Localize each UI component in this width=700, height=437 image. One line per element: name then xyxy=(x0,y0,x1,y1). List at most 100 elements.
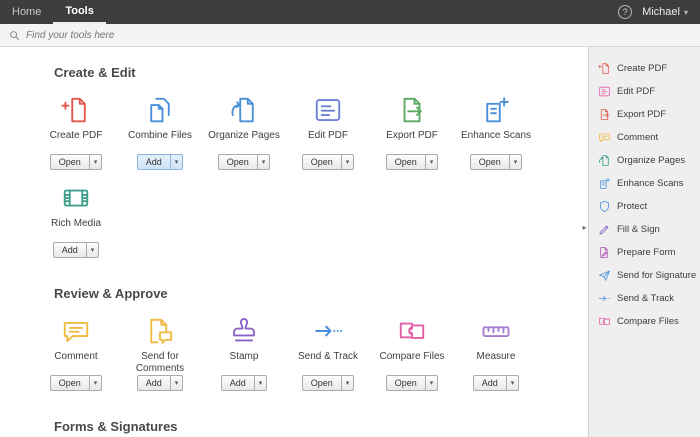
tool-comment[interactable]: Comment Open ▾ xyxy=(34,313,118,391)
dropdown-caret-icon[interactable]: ▾ xyxy=(425,376,438,390)
tool-action-label[interactable]: Open xyxy=(303,376,341,390)
tool-label: Measure xyxy=(475,351,518,375)
tool-action-button[interactable]: Add ▾ xyxy=(53,242,100,258)
organize-pages-icon xyxy=(598,154,611,167)
dropdown-caret-icon[interactable]: ▾ xyxy=(257,155,270,169)
tool-action-button[interactable]: Open ▾ xyxy=(470,154,523,170)
tool-action-button[interactable]: Add ▾ xyxy=(137,154,184,170)
dropdown-caret-icon[interactable]: ▾ xyxy=(254,376,267,390)
tool-action-button[interactable]: Open ▾ xyxy=(50,375,103,391)
sidebar-item-create-pdf[interactable]: Create PDF xyxy=(589,57,700,80)
sidebar-item-enhance-scans[interactable]: Enhance Scans xyxy=(589,172,700,195)
create-pdf-icon xyxy=(61,92,91,128)
sidebar-item-label: Create PDF xyxy=(617,63,667,74)
tool-action-label[interactable]: Open xyxy=(387,376,425,390)
shield-icon xyxy=(598,200,611,213)
sidebar-item-fill-sign[interactable]: Fill & Sign xyxy=(589,218,700,241)
tool-combine-files[interactable]: Combine Files Add ▾ xyxy=(118,92,202,170)
create-edit-grid: Create PDF Open ▾ Combine Files Add ▾ Or… xyxy=(34,92,554,268)
section-title-create-edit: Create & Edit xyxy=(54,65,588,80)
export-pdf-icon xyxy=(397,92,427,128)
sidebar-item-comment[interactable]: Comment xyxy=(589,126,700,149)
dropdown-caret-icon[interactable]: ▾ xyxy=(89,376,102,390)
tool-send-track[interactable]: Send & Track Open ▾ xyxy=(286,313,370,391)
tool-action-button[interactable]: Open ▾ xyxy=(386,154,439,170)
sidebar-item-protect[interactable]: Protect xyxy=(589,195,700,218)
panel-collapse-icon[interactable]: ▸ xyxy=(580,215,589,239)
sidebar-item-label: Send & Track xyxy=(617,293,674,304)
sidebar-item-organize-pages[interactable]: Organize Pages xyxy=(589,149,700,172)
section-title-review-approve: Review & Approve xyxy=(54,286,588,301)
tool-measure[interactable]: Measure Add ▾ xyxy=(454,313,538,391)
sidebar-item-edit-pdf[interactable]: Edit PDF xyxy=(589,80,700,103)
tool-action-button[interactable]: Open ▾ xyxy=(218,154,271,170)
tool-action-label[interactable]: Add xyxy=(54,243,86,257)
tool-label: Enhance Scans xyxy=(459,130,533,154)
tool-create-pdf[interactable]: Create PDF Open ▾ xyxy=(34,92,118,170)
tool-action-label[interactable]: Add xyxy=(474,376,506,390)
tool-compare-files[interactable]: Compare Files Open ▾ xyxy=(370,313,454,391)
chevron-down-icon: ▾ xyxy=(684,8,688,17)
create-pdf-icon xyxy=(598,62,611,75)
edit-pdf-icon xyxy=(598,85,611,98)
dropdown-caret-icon[interactable]: ▾ xyxy=(170,155,183,169)
dropdown-caret-icon[interactable]: ▾ xyxy=(509,155,522,169)
tool-action-button[interactable]: Open ▾ xyxy=(302,375,355,391)
tool-action-label[interactable]: Open xyxy=(387,155,425,169)
search-icon xyxy=(9,30,20,41)
sidebar-item-send-track[interactable]: Send & Track xyxy=(589,287,700,310)
tab-home[interactable]: Home xyxy=(0,0,53,24)
tool-action-label[interactable]: Open xyxy=(51,155,89,169)
sidebar-item-label: Send for Signature xyxy=(617,270,696,281)
tool-action-button[interactable]: Open ▾ xyxy=(50,154,103,170)
tool-enhance-scans[interactable]: Enhance Scans Open ▾ xyxy=(454,92,538,170)
tool-send-for-comments[interactable]: Send for Comments Add ▾ xyxy=(118,313,202,391)
stamp-icon xyxy=(229,313,259,349)
sidebar-item-prepare-form[interactable]: Prepare Form xyxy=(589,241,700,264)
tool-action-button[interactable]: Open ▾ xyxy=(386,375,439,391)
user-menu[interactable]: Michael ▾ xyxy=(642,6,688,18)
top-bar: Home Tools ? Michael ▾ xyxy=(0,0,700,24)
sidebar-item-send-for-signature[interactable]: Send for Signature xyxy=(589,264,700,287)
help-icon-glyph: ? xyxy=(623,7,628,17)
dropdown-caret-icon[interactable]: ▾ xyxy=(341,155,354,169)
dropdown-caret-icon[interactable]: ▾ xyxy=(86,243,99,257)
tool-action-button[interactable]: Add ▾ xyxy=(221,375,268,391)
tool-action-label[interactable]: Open xyxy=(471,155,509,169)
tools-search-bar xyxy=(0,24,700,47)
send-track-icon xyxy=(313,313,343,349)
search-input[interactable] xyxy=(26,30,326,41)
compare-files-icon xyxy=(598,315,611,328)
tools-main-panel: Create & Edit Create PDF Open ▾ Combine … xyxy=(0,47,588,437)
tool-action-button[interactable]: Open ▾ xyxy=(302,154,355,170)
tool-export-pdf[interactable]: Export PDF Open ▾ xyxy=(370,92,454,170)
sidebar-item-export-pdf[interactable]: Export PDF xyxy=(589,103,700,126)
tab-tools[interactable]: Tools xyxy=(53,0,106,24)
help-icon[interactable]: ? xyxy=(618,5,632,19)
tool-rich-media[interactable]: Rich Media Add ▾ xyxy=(34,180,118,258)
tool-label: Edit PDF xyxy=(306,130,350,154)
tool-action-button[interactable]: Add ▾ xyxy=(137,375,184,391)
tool-action-label[interactable]: Add xyxy=(138,376,170,390)
tool-edit-pdf[interactable]: Edit PDF Open ▾ xyxy=(286,92,370,170)
tool-stamp[interactable]: Stamp Add ▾ xyxy=(202,313,286,391)
dropdown-caret-icon[interactable]: ▾ xyxy=(506,376,519,390)
dropdown-caret-icon[interactable]: ▾ xyxy=(425,155,438,169)
tool-organize-pages[interactable]: Organize Pages Open ▾ xyxy=(202,92,286,170)
dropdown-caret-icon[interactable]: ▾ xyxy=(89,155,102,169)
sidebar-item-compare-files[interactable]: Compare Files xyxy=(589,310,700,333)
tool-label: Rich Media xyxy=(49,218,103,242)
sidebar-item-label: Comment xyxy=(617,132,658,143)
sidebar-item-label: Prepare Form xyxy=(617,247,676,258)
tool-action-label[interactable]: Add xyxy=(222,376,254,390)
tool-action-label[interactable]: Open xyxy=(219,155,257,169)
compare-files-icon xyxy=(397,313,427,349)
send-signature-icon xyxy=(598,269,611,282)
dropdown-caret-icon[interactable]: ▾ xyxy=(341,376,354,390)
tool-action-label[interactable]: Add xyxy=(138,155,170,169)
dropdown-caret-icon[interactable]: ▾ xyxy=(170,376,183,390)
sidebar-item-label: Fill & Sign xyxy=(617,224,660,235)
tool-action-label[interactable]: Open xyxy=(303,155,341,169)
tool-action-label[interactable]: Open xyxy=(51,376,89,390)
tool-action-button[interactable]: Add ▾ xyxy=(473,375,520,391)
